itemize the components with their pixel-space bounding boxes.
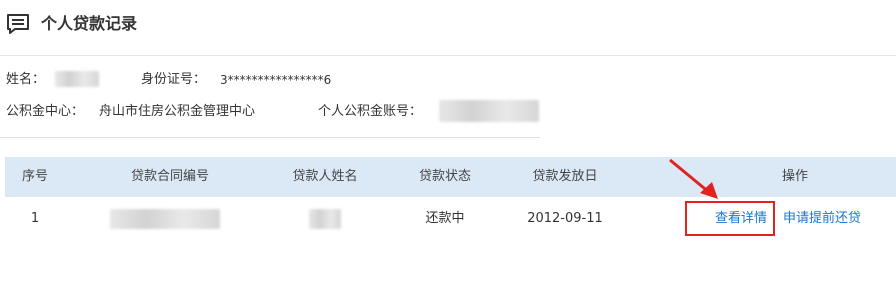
col-index: 序号 — [21, 169, 48, 184]
table-header: 序号 贷款合同编号 贷款人姓名 贷款状态 贷款发放日 操作 — [5, 157, 896, 197]
col-contract-no: 贷款合同编号 — [130, 169, 209, 184]
id-value: 3****************6 — [220, 73, 332, 87]
row-status: 还款中 — [425, 211, 465, 226]
message-list-icon — [7, 14, 29, 34]
annotation-arrow-icon — [669, 158, 718, 199]
col-issue-date: 贷款发放日 — [532, 169, 598, 184]
id-label: 身份证号： — [141, 72, 207, 87]
name-label: 姓名： — [6, 72, 46, 87]
col-status: 贷款状态 — [418, 169, 471, 184]
borrower-name-masked — [309, 209, 341, 229]
page-title: 个人贷款记录 — [41, 14, 138, 33]
page-header: 个人贷款记录 — [0, 0, 896, 56]
apply-prepayment-link[interactable]: 申请提前还贷 — [779, 198, 865, 240]
account-label: 个人公积金账号： — [318, 104, 423, 119]
row-index: 1 — [30, 211, 40, 226]
row-issue-date: 2012-09-11 — [527, 211, 603, 226]
account-value-masked — [439, 100, 539, 122]
contract-no-masked — [110, 209, 220, 229]
col-borrower: 贷款人姓名 — [292, 169, 358, 184]
info-divider — [0, 137, 540, 138]
highlight-box — [685, 201, 775, 236]
name-value-masked — [55, 71, 99, 87]
center-value: 舟山市住房公积金管理中心 — [99, 104, 256, 119]
col-actions: 操作 — [781, 169, 808, 184]
center-label: 公积金中心： — [6, 104, 85, 119]
